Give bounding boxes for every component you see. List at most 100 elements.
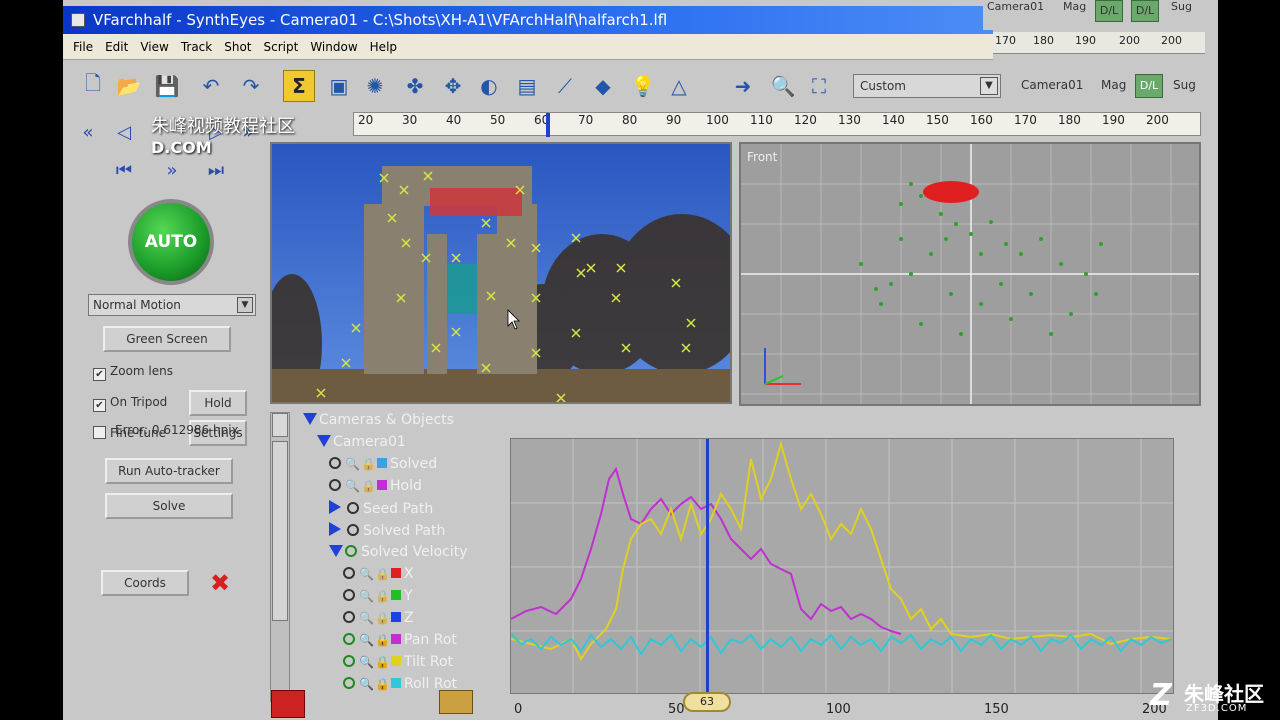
visibility-circle-icon[interactable]: [343, 567, 355, 579]
menu-help[interactable]: Help: [364, 34, 403, 60]
visibility-circle-icon[interactable]: [347, 524, 359, 536]
zoom-icon[interactable]: 🔍: [359, 655, 374, 669]
menu-shot[interactable]: Shot: [218, 34, 257, 60]
menu-view[interactable]: View: [134, 34, 174, 60]
feature-panel-icon[interactable]: ✺: [359, 70, 391, 102]
expand-triangle-icon[interactable]: [317, 435, 331, 447]
bg-dl-button-2[interactable]: D/L: [1131, 0, 1159, 22]
expand-triangle-icon[interactable]: [303, 413, 317, 425]
tree-solved-velocity[interactable]: Solved Velocity: [329, 544, 468, 560]
rewind-icon[interactable]: «: [75, 120, 101, 146]
lock-icon[interactable]: 🔒: [375, 633, 390, 647]
zoom-icon[interactable]: 🔍: [359, 611, 374, 625]
tree-solved[interactable]: 🔍🔒 Solved: [329, 456, 437, 472]
collapsed-triangle-icon[interactable]: [329, 500, 341, 514]
on-tripod-check-box[interactable]: ✔: [93, 399, 106, 412]
solver-panel-icon[interactable]: ▤: [511, 70, 543, 102]
red-box-icon[interactable]: [271, 690, 305, 718]
3d-panel-icon[interactable]: ◆: [587, 70, 619, 102]
run-autotracker-button[interactable]: Run Auto-tracker: [105, 458, 233, 484]
visibility-circle-icon[interactable]: [329, 457, 341, 469]
lock-icon[interactable]: 🔒: [361, 457, 376, 471]
visibility-circle-icon[interactable]: [345, 545, 357, 557]
undo-icon[interactable]: ↶: [195, 70, 227, 102]
zoom-icon[interactable]: 🔍: [359, 567, 374, 581]
chevron-down-icon[interactable]: ▼: [237, 297, 253, 313]
tree-pan-rot[interactable]: 🔍🔒 Pan Rot: [343, 632, 457, 648]
lock-icon[interactable]: 🔒: [375, 677, 390, 691]
zoom-icon[interactable]: 🔍: [345, 479, 360, 493]
visibility-circle-icon[interactable]: [347, 502, 359, 514]
bg-dl-button-1[interactable]: D/L: [1095, 0, 1123, 22]
menu-script[interactable]: Script: [258, 34, 305, 60]
shot-panel-icon[interactable]: △: [663, 70, 695, 102]
graph-current-frame-line[interactable]: [706, 439, 709, 694]
on-tripod-checkbox[interactable]: ✔ On Tripod: [93, 395, 167, 412]
zoom-icon[interactable]: 🔍: [359, 633, 374, 647]
mag-label[interactable]: Mag: [1101, 78, 1126, 92]
visibility-circle-icon[interactable]: [343, 589, 355, 601]
redo-icon[interactable]: ↷: [235, 70, 267, 102]
frame-timeline-ruler[interactable]: 20 30 40 50 60 70 80 90 100 110 120 130 …: [353, 112, 1201, 137]
active-camera-label[interactable]: Camera01: [1021, 78, 1083, 92]
collapsed-triangle-icon[interactable]: [329, 522, 341, 536]
lens-panel-icon[interactable]: ◐: [473, 70, 505, 102]
zoom-lens-check-box[interactable]: ✔: [93, 368, 106, 381]
step-back-key-icon[interactable]: ◁: [111, 120, 137, 146]
lock-icon[interactable]: 🔒: [375, 655, 390, 669]
graph-panel-icon[interactable]: ⟋: [549, 70, 581, 102]
zoom-icon[interactable]: 🔍: [359, 589, 374, 603]
menu-file[interactable]: File: [63, 34, 99, 60]
hold-button[interactable]: Hold: [189, 390, 247, 416]
zoom-icon[interactable]: 🔍: [359, 677, 374, 691]
tree-camera[interactable]: Camera01: [317, 434, 406, 450]
tree-seed-path[interactable]: Seed Path: [329, 500, 433, 517]
visibility-circle-icon[interactable]: [343, 633, 355, 645]
lighting-panel-icon[interactable]: 💡: [627, 70, 659, 102]
visibility-circle-icon[interactable]: [343, 677, 355, 689]
dl-button[interactable]: D/L: [1135, 74, 1163, 98]
device-icon[interactable]: [439, 690, 473, 714]
menu-track[interactable]: Track: [175, 34, 218, 60]
menu-edit[interactable]: Edit: [99, 34, 134, 60]
visibility-circle-icon[interactable]: [329, 479, 341, 491]
tree-z[interactable]: 🔍🔒 Z: [343, 610, 414, 626]
summary-icon[interactable]: Σ: [283, 70, 315, 102]
coordinate-panel-icon[interactable]: ✥: [437, 70, 469, 102]
open-folder-icon[interactable]: 📂: [113, 70, 145, 102]
arrow-right-icon[interactable]: ➜: [727, 70, 759, 102]
lock-icon[interactable]: 🔒: [375, 589, 390, 603]
chevron-down-icon[interactable]: ▼: [980, 77, 998, 95]
scrollbar-thumb[interactable]: [272, 441, 288, 621]
expand-triangle-icon[interactable]: [329, 545, 343, 557]
save-icon[interactable]: 💾: [151, 70, 183, 102]
previous-frame-icon[interactable]: ⏮: [111, 158, 137, 184]
tree-hold[interactable]: 🔍🔒 Hold: [329, 478, 422, 494]
lock-icon[interactable]: 🔒: [361, 479, 376, 493]
fit-icon[interactable]: ⛶: [803, 70, 835, 102]
tracker-panel-icon[interactable]: ✤: [399, 70, 431, 102]
tree-root[interactable]: Cameras & Objects: [303, 412, 454, 428]
green-screen-button[interactable]: Green Screen: [103, 326, 231, 352]
tree-x[interactable]: 🔍🔒 X: [343, 566, 414, 582]
camera-viewport[interactable]: [270, 142, 732, 404]
solve-button[interactable]: Solve: [105, 493, 233, 519]
visibility-circle-icon[interactable]: [343, 655, 355, 667]
fine-tune-check-box[interactable]: [93, 426, 106, 439]
perspective-viewport[interactable]: Front: [739, 142, 1201, 406]
current-frame-marker[interactable]: [546, 113, 550, 137]
new-file-icon[interactable]: 🗋: [77, 70, 109, 102]
zoom-lens-checkbox[interactable]: ✔ Zoom lens: [93, 364, 173, 381]
camera-panel-icon[interactable]: ▣: [323, 70, 355, 102]
tree-y[interactable]: 🔍🔒 Y: [343, 588, 413, 604]
delete-icon[interactable]: ✖: [206, 570, 234, 596]
next-frame-icon[interactable]: ⏭: [203, 158, 229, 184]
tree-solved-path[interactable]: Solved Path: [329, 522, 445, 539]
zoom-icon[interactable]: 🔍: [345, 457, 360, 471]
coords-button[interactable]: Coords: [101, 570, 189, 596]
play-icon[interactable]: »: [159, 158, 185, 184]
curve-graph[interactable]: [510, 438, 1174, 694]
sug-label[interactable]: Sug: [1173, 78, 1196, 92]
menu-window[interactable]: Window: [304, 34, 363, 60]
tree-scrollbar[interactable]: [270, 412, 290, 702]
